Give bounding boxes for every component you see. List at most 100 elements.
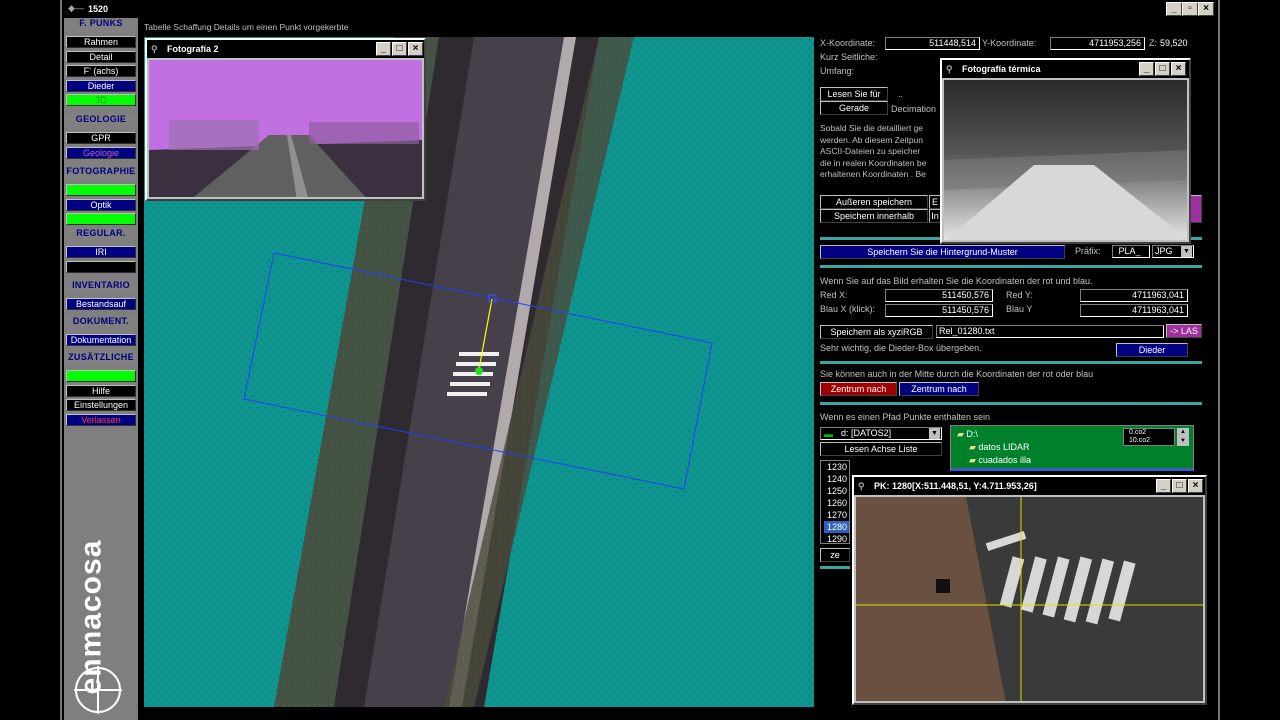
las-button[interactable]: -> LAS [1166, 324, 1202, 338]
minimize-button[interactable]: _ [1139, 62, 1154, 76]
close-button[interactable]: × [408, 42, 423, 56]
save-xyz-button[interactable]: Speichern als xyziRGB [820, 325, 933, 339]
sidebar-item-blank-3-1[interactable] [66, 260, 136, 273]
drive-value: d: [DATOS2] [841, 428, 892, 438]
redy-field[interactable]: 4711963,041 [1080, 289, 1188, 302]
description-line: erhaltenen Koordinaten . Be [820, 169, 926, 179]
aussen-speichern-button[interactable]: Außeren speichern [820, 195, 928, 209]
sidebar-item-blank-2-0[interactable] [66, 184, 136, 196]
file-name-field[interactable]: Rel_01280.txt [936, 325, 1164, 338]
sidebar-item-bestandsauf[interactable]: Bestandsauf [66, 298, 136, 310]
pk-list-item[interactable]: 1250 [824, 485, 849, 497]
folder-icon: ▰ [957, 429, 967, 439]
dieder-button[interactable]: Dieder [1116, 343, 1188, 357]
foto2-window[interactable]: ⚲ Fotografía 2 _ □ × [145, 38, 426, 201]
center-blue-button[interactable]: Zentrum nach [899, 382, 979, 396]
sidebar-item-3d[interactable]: 3D [66, 94, 136, 106]
redblue-intro: Wenn Sie auf das Bild erhalten Sie die K… [820, 276, 1093, 286]
close-button[interactable]: × [1171, 62, 1186, 76]
description-text: Sobald Sie die detailliert ge werden. Ab … [820, 123, 940, 181]
read-axis-button[interactable]: Lesen Achse Liste [820, 442, 942, 456]
pk-list[interactable]: 1230 1240 1250 1260 1270 1280 1290 [820, 460, 850, 544]
thermal-titlebar[interactable]: ⚲ Fotografía térmica _ □ × [942, 60, 1189, 78]
chevron-down-icon[interactable]: ▼ [1181, 246, 1192, 257]
y-label: Y-Koordinate: [982, 38, 1037, 48]
pk-list-item[interactable]: 1260 [824, 497, 849, 509]
window-icon: ⚲ [858, 481, 865, 491]
gerade-button[interactable]: Gerade [820, 101, 888, 115]
redx-label: Red X: [820, 290, 848, 300]
sidebar-item-iri[interactable]: IRI [66, 246, 136, 258]
sidebar-item-dokumentation[interactable]: Dokumentation [66, 334, 136, 346]
maximize-button[interactable]: □ [392, 42, 407, 56]
y-coordinate-field[interactable]: 4711953,256 [1050, 37, 1145, 50]
folder-label: D:\ [966, 429, 978, 439]
title-bar: ◆— 1520 _ ▫ × [62, 0, 1218, 18]
hintergrund-speichern-button[interactable]: Speichern Sie die Hintergrund-Muster [820, 245, 1065, 259]
center-red-button[interactable]: Zentrum nach [820, 382, 897, 396]
window-icon: ⚲ [151, 44, 158, 54]
extension-select[interactable]: JPG ▼ [1152, 245, 1194, 258]
thermal-title: Fotografía térmica [962, 64, 1041, 74]
pk-titlebar[interactable]: ⚲ PK: 1280[X:511.448,51, Y:4.711.953,26]… [854, 477, 1205, 495]
mini-scroll[interactable]: ▲ ▼ [1177, 428, 1189, 446]
sidebar-item-gpr[interactable]: GPR [66, 132, 136, 144]
folder-item[interactable]: ▰ datos LIDAR [969, 442, 1029, 453]
pk-list-item[interactable]: 1230 [824, 461, 849, 473]
sidebar-item-blank-6-0[interactable] [66, 370, 136, 382]
bluex-field[interactable]: 511450,576 [885, 304, 993, 317]
sidebar-item-rahmen[interactable]: Rahmen [66, 36, 136, 48]
sidebar-item-einstellungen[interactable]: Einstellungen [66, 399, 136, 411]
sidebar-item-dieder[interactable]: Dieder [66, 79, 136, 92]
pk-detail-view[interactable] [856, 497, 1203, 701]
sidebar-item-geologie[interactable]: Geologie [66, 146, 136, 159]
minimize-button[interactable]: _ [376, 42, 391, 56]
pk-window[interactable]: ⚲ PK: 1280[X:511.448,51, Y:4.711.953,26]… [852, 475, 1207, 705]
minimize-button[interactable]: _ [1156, 479, 1171, 493]
pk-list-item[interactable]: 1280 [824, 521, 849, 533]
pk-list-item[interactable]: 1270 [824, 509, 849, 521]
prefix-field[interactable]: PLA_ [1112, 245, 1150, 258]
sidebar-item-optik[interactable]: Optik [66, 198, 136, 211]
pk-list-item[interactable]: 1290 [824, 533, 849, 545]
close-button[interactable]: × [1198, 2, 1214, 16]
redx-field[interactable]: 511450,576 [885, 289, 993, 302]
x-coordinate-field[interactable]: 511448,514 [885, 37, 980, 50]
thermal-window[interactable]: ⚲ Fotografía térmica _ □ × [940, 58, 1191, 244]
folder-item[interactable]: ▰ D:\ [957, 429, 978, 440]
foto2-titlebar[interactable]: ⚲ Fotografía 2 _ □ × [147, 40, 424, 58]
maximize-button[interactable]: □ [1155, 62, 1170, 76]
chevron-down-icon[interactable]: ▼ [929, 428, 940, 439]
sidebar-section-title: F. PUNKS [64, 18, 138, 32]
logo-text: enmacosa [74, 539, 108, 695]
minimize-button[interactable]: _ [1166, 2, 1182, 16]
redy-label: Red Y: [1006, 290, 1033, 300]
sidebar-item-verlassen[interactable]: Verlassen [66, 413, 136, 426]
z-button[interactable]: ze [820, 548, 850, 562]
sidebar-item-blank-2-2[interactable] [66, 213, 136, 225]
important-note: Sehr wichtig, die Dieder-Box übergeben. [820, 343, 982, 353]
innen-speichern-button[interactable]: Speichern innerhalb [820, 209, 928, 223]
bluey-field[interactable]: 4711963,041 [1080, 304, 1188, 317]
folder-tree[interactable]: ▰ D:\ ▰ datos LIDAR ▰ cuadados illa 0.co2 1… [950, 425, 1194, 471]
folder-item[interactable]: ▰ cuadados illa [969, 455, 1031, 466]
drive-select[interactable]: ▬ d: [DATOS2] ▼ [820, 427, 942, 440]
folder-icon: ▰ [969, 455, 979, 465]
sidebar-item-f-achs-[interactable]: F' (achs) [66, 65, 136, 77]
folder-label: datos LIDAR [978, 442, 1030, 452]
sidebar-item-hilfe[interactable]: Hilfe [66, 384, 136, 397]
red-marker [475, 367, 483, 375]
sidebar-section-title: REGULAR. [64, 228, 138, 242]
pk-list-item[interactable]: 1240 [824, 473, 849, 485]
mini-list[interactable]: 0.co2 10.co2 [1123, 428, 1175, 446]
z-label: Z: [1149, 38, 1157, 48]
maximize-button[interactable]: □ [1172, 479, 1187, 493]
mini-list-item[interactable]: 0.co2 [1127, 429, 1174, 437]
lesen-button[interactable]: Lesen Sie für [820, 87, 888, 101]
maximize-button[interactable]: ▫ [1182, 2, 1198, 16]
prefix-label: Präfix: [1075, 246, 1101, 256]
sidebar-item-detail[interactable]: Detail [66, 50, 136, 63]
mini-list-item[interactable]: 10.co2 [1127, 437, 1174, 445]
close-button[interactable]: × [1188, 479, 1203, 493]
window-title: 1520 [88, 4, 109, 14]
